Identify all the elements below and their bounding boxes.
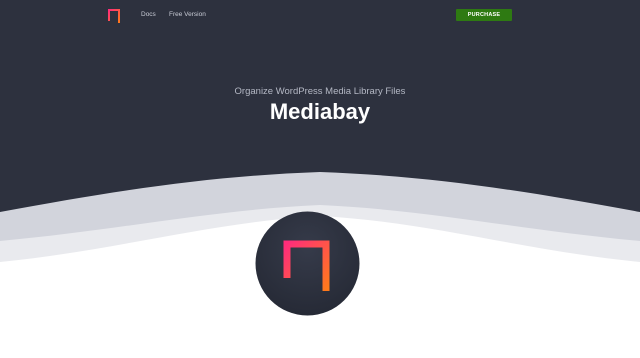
page-title: Mediabay (269, 99, 371, 124)
purchase-button[interactable]: PURCHASE (456, 9, 512, 21)
top-navbar: Docs Free Version PURCHASE (0, 0, 640, 32)
mediabay-logo-icon[interactable] (107, 7, 122, 25)
nav-link-docs[interactable]: Docs (141, 11, 156, 18)
nav-link-free-version[interactable]: Free Version (169, 11, 206, 18)
hero-tagline: Organize WordPress Media Library Files (234, 86, 406, 97)
mediabay-circle-logo-icon (255, 211, 360, 316)
